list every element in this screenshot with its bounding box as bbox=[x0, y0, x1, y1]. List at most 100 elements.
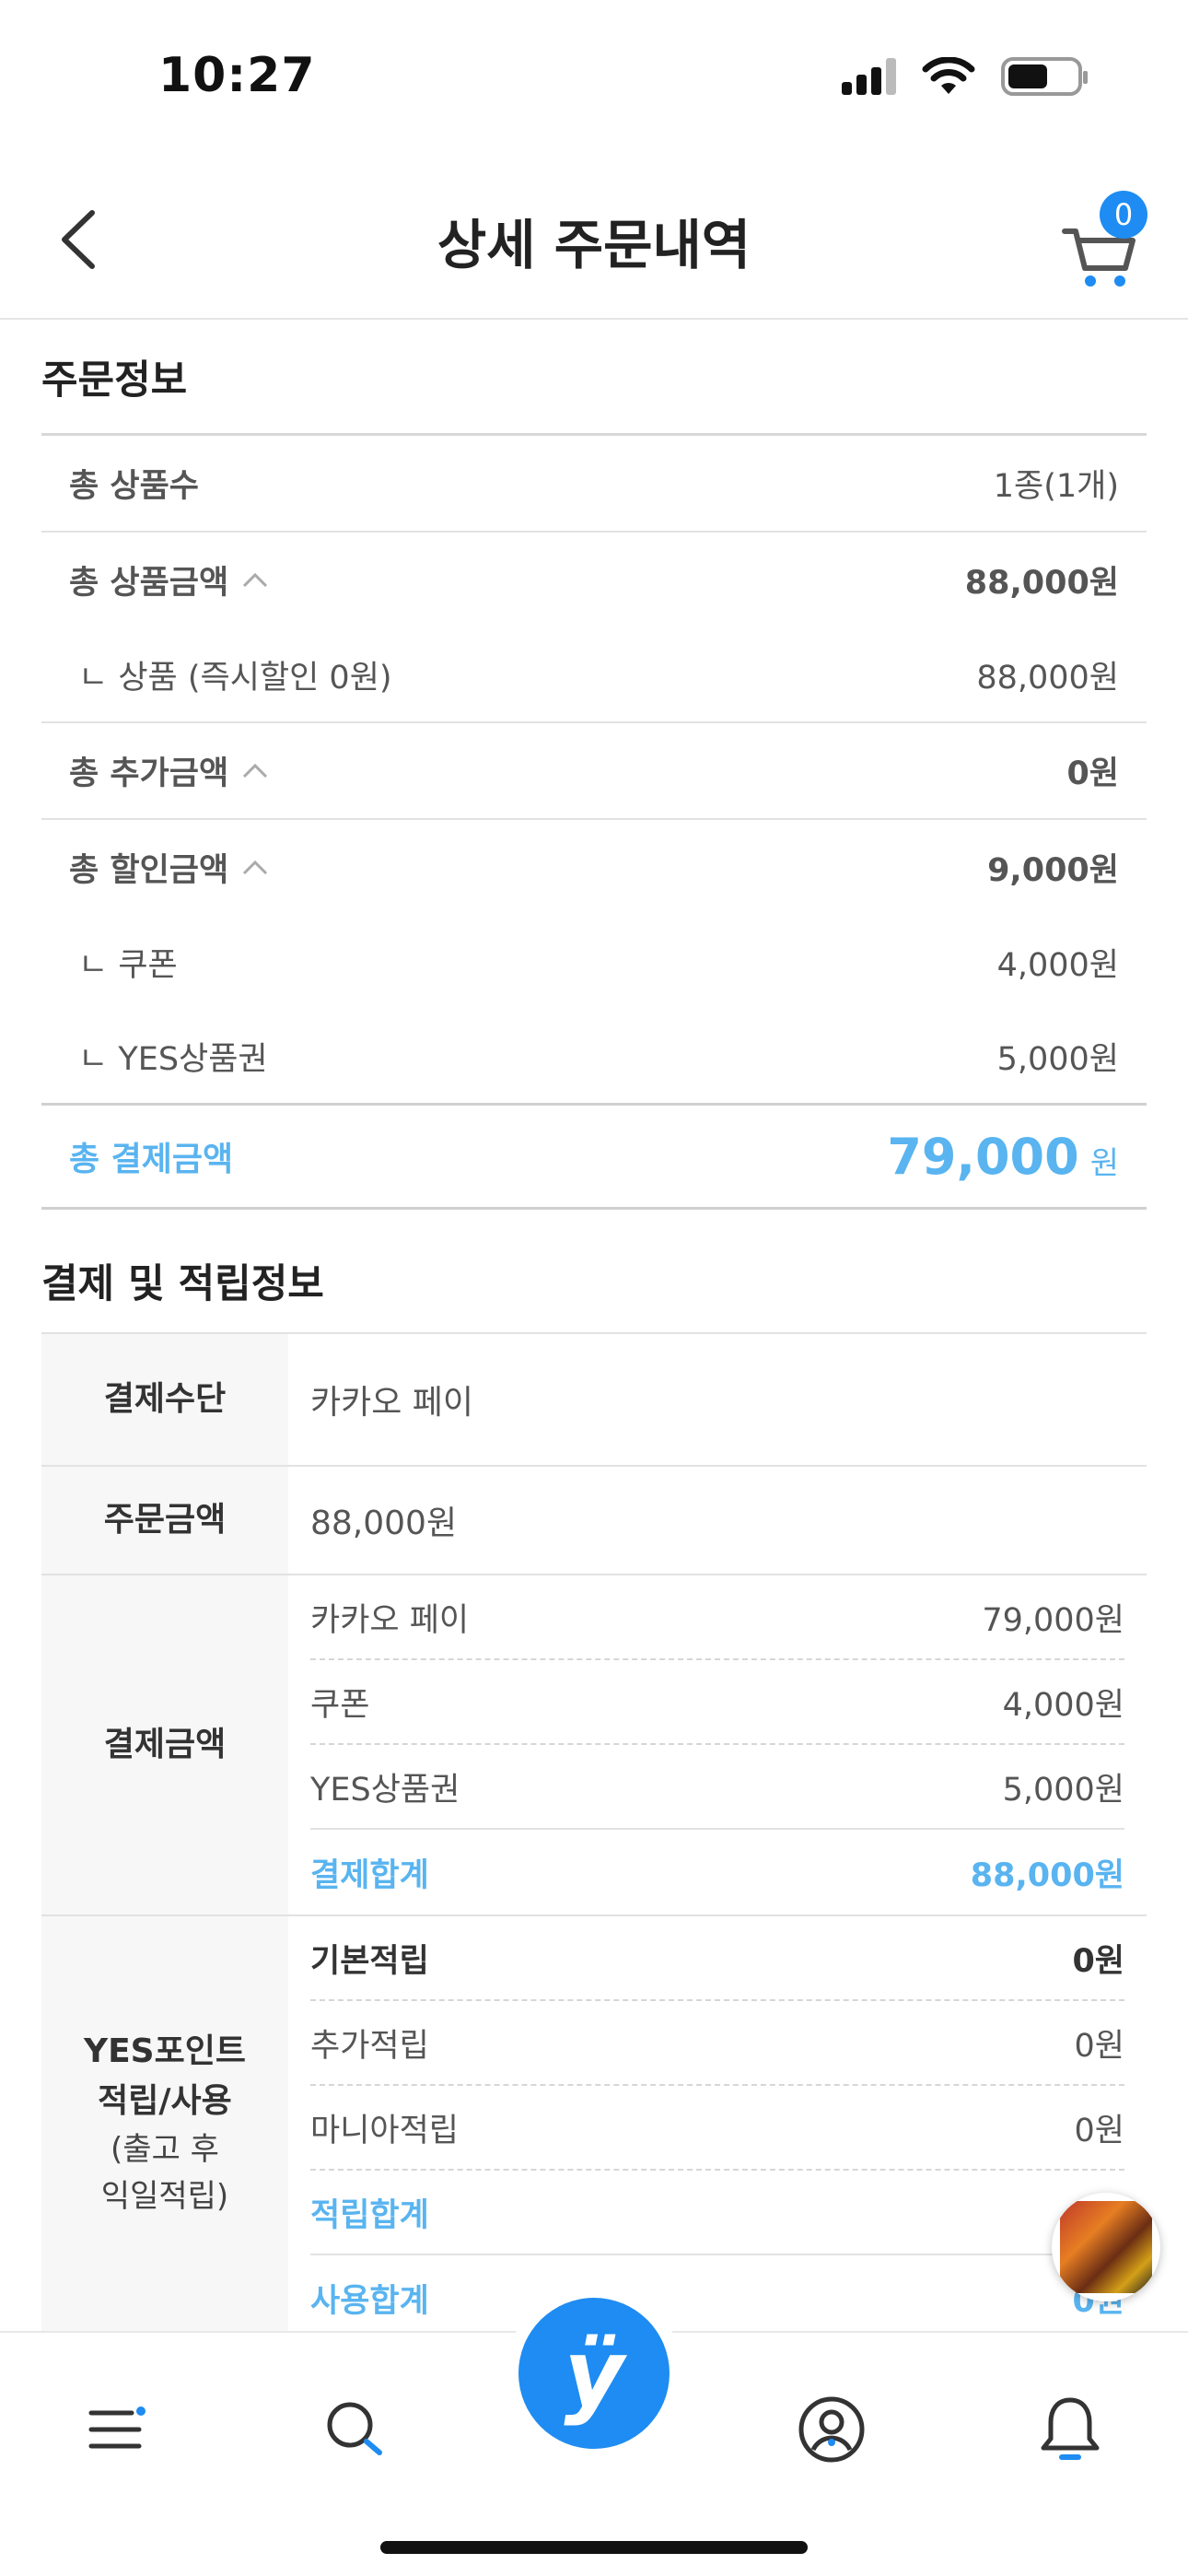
discount-label: 총 할인금액 bbox=[69, 852, 229, 889]
product-amount-label-group: 총 상품금액 bbox=[69, 556, 269, 603]
paid-item-label: 쿠폰 bbox=[310, 1686, 370, 1724]
coupon-value: 4,000원 bbox=[996, 946, 1119, 984]
my-page-button[interactable] bbox=[790, 2388, 873, 2471]
discount-row[interactable]: 총 할인금액 9,000원 bbox=[41, 820, 1147, 915]
list-item: YES상품권 5,000원 bbox=[310, 1745, 1124, 1830]
product-sub-value: 88,000원 bbox=[976, 659, 1119, 697]
total-paid-value-group: 79,000 원 bbox=[887, 1128, 1119, 1186]
payment-method-label: 결제수단 bbox=[41, 1334, 288, 1465]
total-paid-unit: 원 bbox=[1089, 1144, 1119, 1182]
points-label-line3: (출고 후 bbox=[111, 2131, 219, 2168]
order-detail-content: 주문정보 총 상품수 1종(1개) 총 상품금액 88,000원 ㄴ 상품 (즉… bbox=[41, 321, 1147, 2359]
user-icon bbox=[798, 2396, 865, 2463]
paid-amount-label: 결제금액 bbox=[41, 1575, 288, 1914]
menu-icon bbox=[88, 2406, 146, 2449]
status-time: 10:27 bbox=[158, 48, 316, 103]
paid-amount-list: 카카오 페이 79,000원 쿠폰 4,000원 YES상품권 5,000원 결… bbox=[288, 1575, 1147, 1914]
points-label-line2: 적립/사용 bbox=[98, 2082, 232, 2120]
paid-amount-row: 결제금액 카카오 페이 79,000원 쿠폰 4,000원 YES상품권 5,0… bbox=[41, 1575, 1147, 1916]
chevron-up-icon[interactable] bbox=[241, 762, 269, 780]
chevron-up-icon[interactable] bbox=[241, 859, 269, 877]
points-extra-row: 추가적립 0원 bbox=[310, 2001, 1124, 2086]
points-base-label: 기본적립 bbox=[310, 1942, 429, 1980]
giftcard-row: ㄴ YES상품권 5,000원 bbox=[41, 1009, 1147, 1103]
product-amount-row[interactable]: 총 상품금액 88,000원 bbox=[41, 533, 1147, 627]
yes24-logo-icon: ÿ bbox=[564, 2319, 624, 2428]
coupon-label: ㄴ 쿠폰 bbox=[78, 946, 178, 984]
paid-item-label: 카카오 페이 bbox=[310, 1601, 470, 1639]
wifi-icon bbox=[922, 57, 975, 94]
menu-button[interactable] bbox=[76, 2388, 159, 2471]
giftcard-label: ㄴ YES상품권 bbox=[78, 1040, 268, 1078]
total-paid-label: 총 결제금액 bbox=[69, 1141, 234, 1178]
battery-icon bbox=[1001, 57, 1088, 96]
home-logo-button[interactable]: ÿ bbox=[518, 2298, 670, 2449]
paid-item-value: 79,000원 bbox=[982, 1601, 1124, 1639]
total-paid-value: 79,000 bbox=[887, 1127, 1079, 1186]
list-item: 카카오 페이 79,000원 bbox=[310, 1575, 1124, 1660]
paid-item-value: 5,000원 bbox=[1002, 1771, 1124, 1809]
status-bar: 10:27 bbox=[0, 0, 1188, 161]
header: 상세 주문내역 0 bbox=[0, 161, 1188, 320]
points-mania-value: 0원 bbox=[1074, 2112, 1124, 2149]
bell-icon bbox=[1041, 2397, 1100, 2460]
points-base-value: 0원 bbox=[1072, 1942, 1124, 1980]
coupon-row: ㄴ 쿠폰 4,000원 bbox=[41, 915, 1147, 1009]
extra-amount-row[interactable]: 총 추가금액 0원 bbox=[41, 723, 1147, 818]
payment-table: 결제수단 카카오 페이 주문금액 88,000원 결제금액 카카오 페이 79,… bbox=[41, 1334, 1147, 2359]
points-mania-row: 마니아적립 0원 bbox=[310, 2086, 1124, 2171]
search-button[interactable] bbox=[313, 2388, 396, 2471]
points-base-row: 기본적립 0원 bbox=[310, 1916, 1124, 2001]
chevron-up-icon[interactable] bbox=[241, 571, 269, 590]
payment-method-row: 결제수단 카카오 페이 bbox=[41, 1334, 1147, 1467]
giftcard-value: 5,000원 bbox=[996, 1040, 1119, 1078]
points-mania-label: 마니아적립 bbox=[310, 2112, 460, 2149]
paid-sum-value: 88,000원 bbox=[970, 1856, 1124, 1894]
notification-button[interactable] bbox=[1029, 2388, 1112, 2471]
recent-item-thumbnail[interactable] bbox=[1052, 2193, 1160, 2301]
points-label: YES포인트 적립/사용 (출고 후 익일적립) bbox=[41, 1916, 288, 2359]
order-info-title: 주문정보 bbox=[41, 321, 1147, 436]
payment-method-value: 카카오 페이 bbox=[310, 1384, 474, 1422]
extra-amount-label: 총 추가금액 bbox=[69, 755, 229, 792]
order-amount-value: 88,000원 bbox=[310, 1505, 458, 1542]
total-paid-row: 총 결제금액 79,000 원 bbox=[41, 1106, 1147, 1207]
order-amount-label: 주문금액 bbox=[41, 1467, 288, 1574]
status-icons bbox=[842, 57, 1088, 96]
product-amount-label: 총 상품금액 bbox=[69, 565, 229, 602]
page-title: 상세 주문내역 bbox=[437, 214, 751, 276]
points-sum-row: 적립합계 bbox=[310, 2171, 1124, 2255]
list-item: 쿠폰 4,000원 bbox=[310, 1660, 1124, 1745]
bottom-nav: ÿ bbox=[0, 2298, 1188, 2576]
product-sub-row: ㄴ 상품 (즉시할인 0원) 88,000원 bbox=[41, 627, 1147, 721]
points-list: 기본적립 0원 추가적립 0원 마니아적립 0원 적립합계 사용합계 0원 bbox=[288, 1916, 1147, 2359]
paid-item-value: 4,000원 bbox=[1002, 1686, 1124, 1724]
points-used-row: 사용합계 0원 bbox=[310, 2255, 1124, 2340]
cart-button[interactable]: 0 bbox=[1059, 191, 1151, 290]
product-sub-label: ㄴ 상품 (즉시할인 0원) bbox=[78, 659, 392, 697]
total-items-value: 1종(1개) bbox=[993, 468, 1119, 505]
points-extra-value: 0원 bbox=[1074, 2027, 1124, 2065]
points-label-line4: 익일적립) bbox=[100, 2178, 229, 2215]
product-thumbnail-image bbox=[1060, 2201, 1152, 2293]
order-amount-row: 주문금액 88,000원 bbox=[41, 1467, 1147, 1575]
extra-amount-label-group: 총 추가금액 bbox=[69, 747, 269, 794]
payment-info-title: 결제 및 적립정보 bbox=[41, 1210, 1147, 1334]
search-icon bbox=[327, 2402, 382, 2455]
points-row: YES포인트 적립/사용 (출고 후 익일적립) 기본적립 0원 추가적립 0원… bbox=[41, 1916, 1147, 2359]
points-label-line1: YES포인트 bbox=[84, 2032, 246, 2070]
paid-item-label: YES상품권 bbox=[310, 1771, 460, 1809]
points-sum-label: 적립합계 bbox=[310, 2196, 429, 2234]
cellular-signal-icon bbox=[842, 58, 896, 95]
home-indicator bbox=[380, 2541, 808, 2554]
points-extra-label: 추가적립 bbox=[310, 2027, 429, 2065]
cart-count-badge: 0 bbox=[1100, 191, 1147, 239]
product-amount-value: 88,000원 bbox=[964, 565, 1119, 602]
points-used-label: 사용합계 bbox=[310, 2282, 429, 2320]
total-items-row: 총 상품수 1종(1개) bbox=[41, 436, 1147, 531]
discount-label-group: 총 할인금액 bbox=[69, 844, 269, 891]
paid-sum-label: 결제합계 bbox=[310, 1856, 429, 1894]
discount-value: 9,000원 bbox=[987, 852, 1119, 889]
total-items-label: 총 상품수 bbox=[69, 468, 199, 505]
paid-sum-row: 결제합계 88,000원 bbox=[310, 1830, 1124, 1914]
